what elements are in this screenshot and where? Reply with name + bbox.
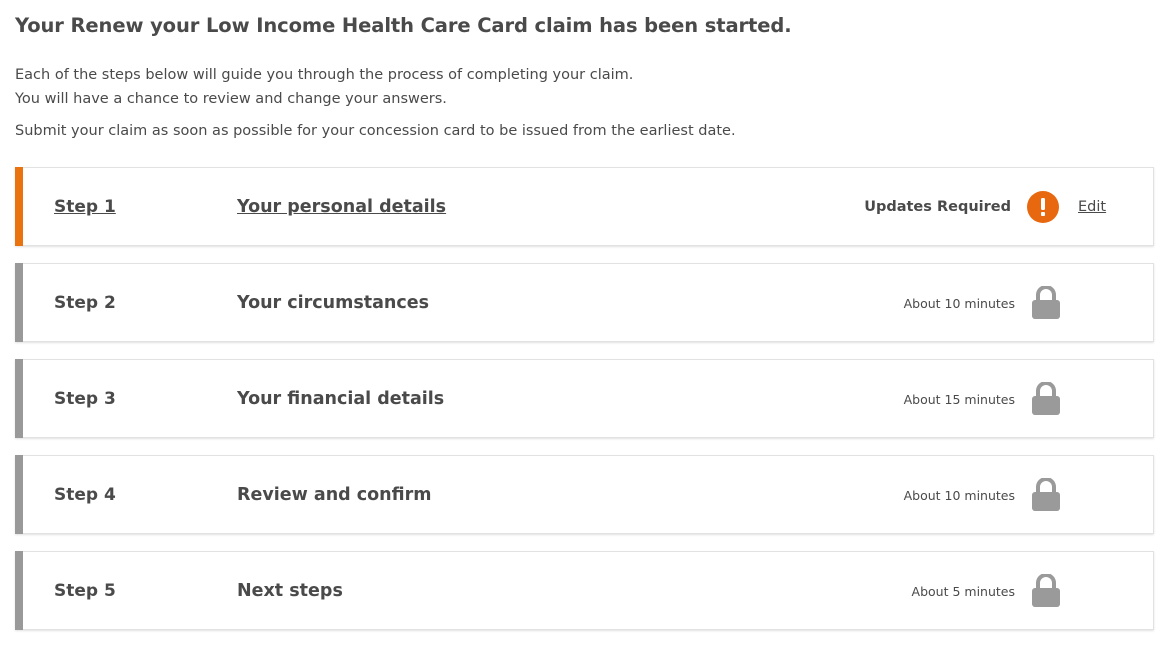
lock-icon <box>1032 286 1060 319</box>
intro-text-3: Submit your claim as soon as possible fo… <box>15 123 736 139</box>
step-1-title-link[interactable]: Your personal details <box>237 168 446 247</box>
step-2-duration: About 10 minutes <box>903 296 1015 311</box>
step-5-number: Step 5 <box>54 581 116 601</box>
step-card-4: Step 4 Review and confirm About 10 minut… <box>15 455 1154 534</box>
step-card-1[interactable]: Step 1 Your personal details Updates Req… <box>15 167 1154 246</box>
step-status-bar <box>15 359 23 438</box>
claim-progress-page: Your Renew your Low Income Health Care C… <box>0 0 1165 645</box>
lock-icon <box>1032 574 1060 607</box>
step-3-number: Step 3 <box>54 389 116 409</box>
step-card-5: Step 5 Next steps About 5 minutes <box>15 551 1154 630</box>
lock-icon <box>1032 478 1060 511</box>
step-4-duration: About 10 minutes <box>903 488 1015 503</box>
step-1-edit-link[interactable]: Edit <box>1078 168 1106 247</box>
step-4-title: Review and confirm <box>237 485 432 505</box>
intro-text-1: Each of the steps below will guide you t… <box>15 67 634 83</box>
step-2-title: Your circumstances <box>237 293 430 313</box>
step-5-title: Next steps <box>237 581 343 601</box>
step-1-number-link[interactable]: Step 1 <box>54 168 116 247</box>
step-card-3: Step 3 Your financial details About 15 m… <box>15 359 1154 438</box>
step-status-bar <box>15 455 23 534</box>
step-status-bar <box>15 167 23 246</box>
step-status-bar <box>15 551 23 630</box>
intro-text-2: You will have a chance to review and cha… <box>15 91 447 107</box>
step-3-duration: About 15 minutes <box>903 392 1015 407</box>
step-3-title: Your financial details <box>237 389 445 409</box>
exclamation-icon <box>1027 191 1059 223</box>
step-2-number: Step 2 <box>54 293 116 313</box>
page-title: Your Renew your Low Income Health Care C… <box>15 14 792 37</box>
step-status-bar <box>15 263 23 342</box>
step-card-2: Step 2 Your circumstances About 10 minut… <box>15 263 1154 342</box>
step-5-duration: About 5 minutes <box>911 584 1015 599</box>
step-4-number: Step 4 <box>54 485 116 505</box>
lock-icon <box>1032 382 1060 415</box>
step-1-status: Updates Required <box>864 199 1011 215</box>
